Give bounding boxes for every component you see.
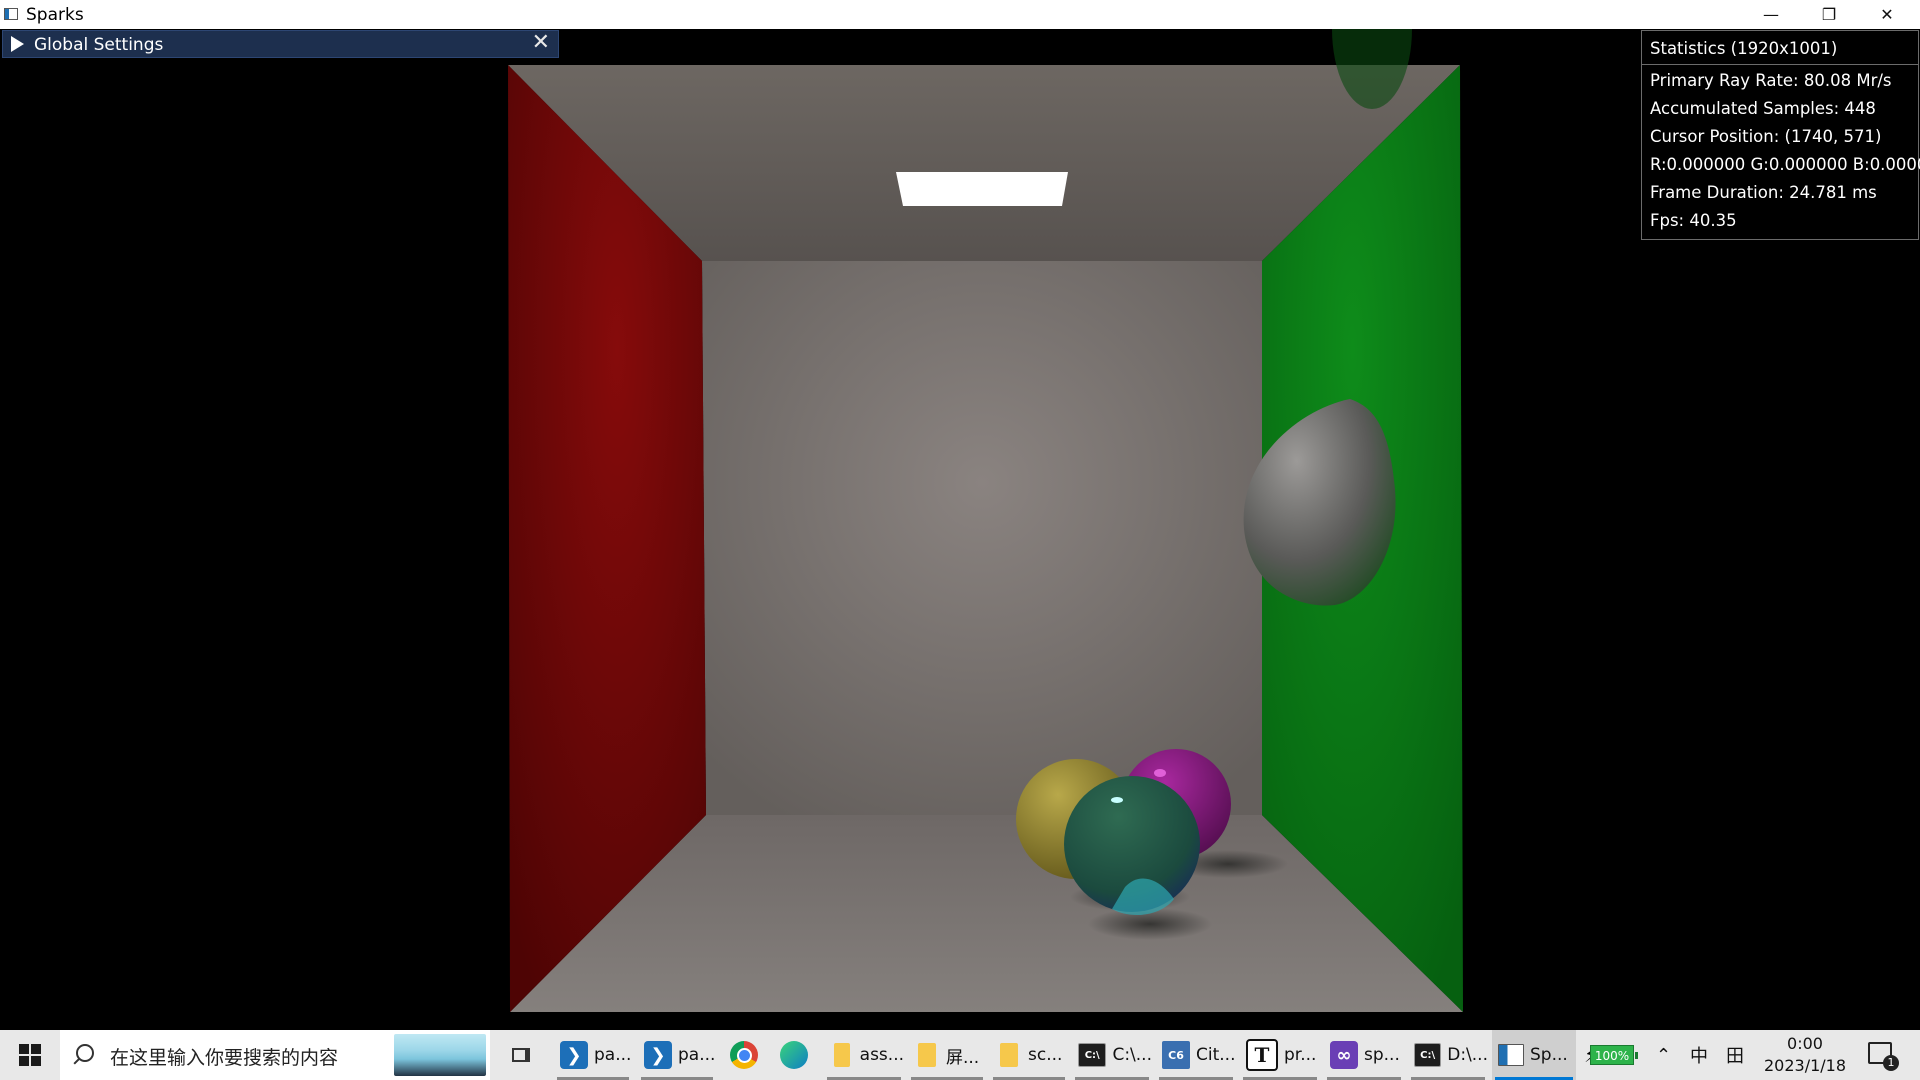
taskbar-app-label: ass... — [859, 1045, 904, 1065]
window-title: Sparks — [26, 5, 84, 25]
battery-indicator[interactable]: 100% — [1590, 1045, 1638, 1065]
notification-count: 1 — [1883, 1055, 1899, 1071]
stat-rgb-values: R:0.000000 G:0.000000 B:0.000000 — [1650, 155, 1920, 174]
taskbar-app-terminal-2[interactable]: C:\ D:\... — [1408, 1030, 1488, 1080]
sparks-icon — [1498, 1044, 1524, 1066]
input-method-indicator[interactable]: 中 — [1690, 1030, 1708, 1080]
show-hidden-icons-chevron-icon[interactable]: ⌃ — [1656, 1030, 1671, 1080]
citavi-icon: C6 — [1162, 1041, 1190, 1069]
taskbar-app-label: 屏... — [946, 1047, 980, 1068]
typora-icon: T — [1246, 1039, 1278, 1071]
terminal-icon: C:\ — [1078, 1043, 1107, 1067]
back-wall — [702, 261, 1262, 815]
taskbar-app-vscode-2[interactable]: ❯ pa... — [638, 1030, 716, 1080]
statistics-panel: Statistics (1920x1001) Primary Ray Rate:… — [1641, 30, 1920, 240]
vscode-icon: ❯ — [644, 1041, 672, 1069]
title-bar: Sparks — ❐ ✕ — [0, 0, 1920, 30]
taskbar-app-chrome[interactable] — [724, 1030, 768, 1080]
folder-icon — [1000, 1043, 1018, 1067]
taskbar-app-label: pa... — [678, 1045, 716, 1065]
taskbar-app-terminal-1[interactable]: C:\ C:\... — [1072, 1030, 1152, 1080]
folder-icon — [918, 1043, 936, 1067]
taskbar-app-vscode-1[interactable]: ❯ pa... — [554, 1030, 632, 1080]
taskbar-app-typora[interactable]: T pr... — [1240, 1030, 1320, 1080]
taskbar-app-label: pr... — [1284, 1045, 1317, 1065]
taskbar-app-label: sp... — [1364, 1045, 1400, 1065]
edge-icon — [780, 1041, 808, 1069]
taskbar-app-label: C:\... — [1112, 1045, 1152, 1065]
taskbar-search-box[interactable]: 在这里输入你要搜索的内容 — [60, 1030, 490, 1080]
clock-time: 0:00 — [1787, 1034, 1823, 1053]
task-view-button[interactable] — [504, 1030, 538, 1080]
taskbar-app-edge[interactable] — [774, 1030, 818, 1080]
taskbar-app-label: Cit... — [1196, 1045, 1236, 1065]
terminal-icon: C:\ — [1414, 1043, 1442, 1067]
visual-studio-icon: ∞ — [1330, 1041, 1358, 1069]
restore-icon: ❐ — [1821, 5, 1837, 24]
taskbar-app-label: D:\... — [1447, 1045, 1488, 1065]
taskbar-app-label: pa... — [594, 1045, 632, 1065]
taskbar-app-folder-3[interactable]: sc... — [990, 1030, 1068, 1080]
stat-cursor-position: Cursor Position: (1740, 571) — [1650, 127, 1882, 146]
taskbar-app-folder-1[interactable]: ass... — [824, 1030, 904, 1080]
keyboard-layout-icon[interactable]: 田 — [1726, 1030, 1744, 1080]
cornell-box-render — [508, 29, 1463, 1012]
restore-button[interactable]: ❐ — [1800, 0, 1858, 29]
sparks-app-icon — [4, 8, 18, 20]
stat-accumulated-samples: Accumulated Samples: 448 — [1650, 99, 1876, 118]
taskbar-app-label: sc... — [1028, 1045, 1063, 1065]
minimize-button[interactable]: — — [1742, 0, 1800, 29]
start-button[interactable] — [0, 1030, 60, 1080]
stat-frame-duration: Frame Duration: 24.781 ms — [1650, 183, 1877, 202]
search-placeholder: 在这里输入你要搜索的内容 — [110, 1047, 339, 1069]
chrome-icon — [730, 1041, 758, 1069]
statistics-header: Statistics (1920x1001) — [1642, 31, 1918, 65]
minimize-icon: — — [1763, 5, 1779, 24]
notification-center-icon[interactable]: 1 — [1868, 1042, 1899, 1071]
windows-logo-icon — [19, 1044, 41, 1066]
taskbar-app-folder-2[interactable]: 屏... — [908, 1030, 986, 1080]
ceiling-light — [896, 172, 1068, 206]
global-settings-label: Global Settings — [34, 35, 164, 55]
taskbar-app-citavi[interactable]: C6 Cit... — [1156, 1030, 1236, 1080]
expand-arrow-icon[interactable] — [11, 36, 24, 52]
search-highlight-image — [394, 1034, 486, 1076]
taskbar-app-label: Sp... — [1530, 1045, 1568, 1065]
taskbar: 在这里输入你要搜索的内容 ❯ pa... ❯ pa... ass... 屏...… — [0, 1030, 1920, 1080]
taskbar-clock[interactable]: 0:00 2023/1/18 — [1760, 1033, 1850, 1077]
folder-icon — [834, 1043, 850, 1067]
render-viewport[interactable] — [0, 29, 1920, 1030]
clock-date: 2023/1/18 — [1763, 1056, 1847, 1075]
stat-primary-ray-rate: Primary Ray Rate: 80.08 Mr/s — [1650, 71, 1892, 90]
search-icon — [76, 1044, 94, 1062]
taskbar-app-sparks[interactable]: Sp... — [1492, 1030, 1576, 1080]
close-window-button[interactable]: ✕ — [1858, 0, 1916, 29]
stat-fps: Fps: 40.35 — [1650, 211, 1737, 230]
close-icon: ✕ — [1880, 5, 1894, 24]
global-settings-panel[interactable]: Global Settings ✕ — [2, 30, 559, 58]
vscode-icon: ❯ — [560, 1041, 588, 1069]
close-icon[interactable]: ✕ — [532, 32, 550, 54]
task-view-icon — [512, 1048, 530, 1062]
taskbar-app-visual-studio[interactable]: ∞ sp... — [1324, 1030, 1404, 1080]
